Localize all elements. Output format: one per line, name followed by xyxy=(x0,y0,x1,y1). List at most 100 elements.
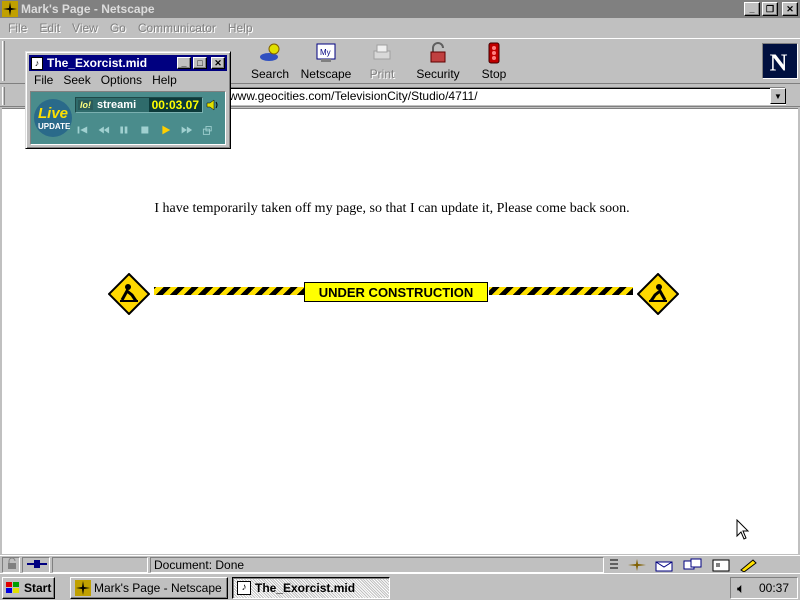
menu-communicator[interactable]: Communicator xyxy=(132,21,222,35)
stop-button[interactable]: Stop xyxy=(466,41,522,83)
media-player-menubar: File Seek Options Help xyxy=(30,73,183,87)
search-icon xyxy=(260,43,280,61)
netscape-app-icon xyxy=(2,1,18,17)
menu-file[interactable]: File xyxy=(2,21,33,35)
component-bar xyxy=(608,558,760,572)
playback-time: 00:03.07 xyxy=(148,98,202,112)
discussion-icon[interactable] xyxy=(682,558,704,572)
menubar: File Edit View Go Communicator Help xyxy=(0,18,800,38)
netscape-task-icon xyxy=(75,580,91,596)
media-player-titlebar[interactable]: ♪ The_Exorcist.mid _ □ ✕ xyxy=(29,55,227,71)
progress-panel xyxy=(52,557,148,573)
player-badge: lo! xyxy=(78,100,93,110)
fast-forward-icon[interactable] xyxy=(179,122,195,138)
navigator-icon[interactable] xyxy=(626,558,648,572)
menu-edit[interactable]: Edit xyxy=(33,21,66,35)
minimize-button[interactable]: _ xyxy=(744,2,760,16)
location-grip[interactable] xyxy=(2,87,5,105)
search-button-label: Search xyxy=(250,67,290,81)
menu-help[interactable]: Help xyxy=(222,21,259,35)
status-bar: Document: Done xyxy=(0,555,800,573)
player-menu-options[interactable]: Options xyxy=(97,73,148,87)
music-note-task-icon: ♪ xyxy=(237,581,251,595)
construction-worker-sign-icon xyxy=(108,273,150,315)
windows-logo-icon xyxy=(6,582,19,593)
media-player-window[interactable]: ♪ The_Exorcist.mid _ □ ✕ File Seek Optio… xyxy=(25,51,231,149)
restore-button[interactable]: ❐ xyxy=(762,2,778,16)
svg-text:My: My xyxy=(320,48,331,57)
play-icon[interactable] xyxy=(158,122,174,138)
start-button[interactable]: Start xyxy=(2,577,55,599)
music-note-icon: ♪ xyxy=(31,56,43,70)
rewind-icon[interactable] xyxy=(96,122,112,138)
under-construction-label: UNDER CONSTRUCTION xyxy=(304,282,488,302)
task-media-player[interactable]: ♪ The_Exorcist.mid xyxy=(232,577,390,599)
url-dropdown-button[interactable]: ▼ xyxy=(770,88,786,104)
page-message: I have temporarily taken off my page, so… xyxy=(154,201,630,216)
start-label: Start xyxy=(24,581,52,595)
skip-to-start-icon[interactable] xyxy=(75,122,91,138)
menu-view[interactable]: View xyxy=(66,21,104,35)
playback-controls xyxy=(75,120,215,140)
hazard-stripe-left xyxy=(154,287,304,295)
chevron-down-icon: ▼ xyxy=(774,91,782,101)
eject-icon[interactable] xyxy=(199,122,215,138)
player-menu-file[interactable]: File xyxy=(30,73,59,87)
address-book-icon[interactable] xyxy=(710,558,732,572)
print-button[interactable]: Print xyxy=(354,41,410,83)
logo-word-update: UPDATE xyxy=(38,122,71,131)
task-netscape[interactable]: Mark's Page - Netscape xyxy=(70,577,228,599)
player-menu-help[interactable]: Help xyxy=(148,73,183,87)
padlock-icon xyxy=(8,557,16,569)
print-icon xyxy=(373,44,391,60)
pause-icon[interactable] xyxy=(116,122,132,138)
my-netscape-icon: My xyxy=(316,43,336,62)
netscape-n-icon: N xyxy=(763,44,797,78)
stop-playback-icon[interactable] xyxy=(137,122,153,138)
clock[interactable]: 00:37 xyxy=(759,581,789,595)
mail-icon[interactable] xyxy=(654,558,676,572)
search-button[interactable]: Search xyxy=(242,41,298,83)
composer-icon[interactable] xyxy=(738,558,760,572)
svg-text:N: N xyxy=(770,49,788,76)
stop-button-label: Stop xyxy=(481,67,507,81)
component-grip-icon[interactable] xyxy=(608,558,620,572)
stop-icon xyxy=(488,42,500,64)
security-button[interactable]: Security xyxy=(410,41,466,83)
media-player-body: Live UPDATE lo! streami 00:03.07 xyxy=(30,91,226,145)
toolbar-grip[interactable] xyxy=(2,41,5,81)
connection-status-panel[interactable] xyxy=(22,557,50,573)
player-minimize-button[interactable]: _ xyxy=(177,57,191,69)
page-content: I have temporarily taken off my page, so… xyxy=(2,108,798,554)
print-button-label: Print xyxy=(369,67,395,81)
netscape-logo[interactable]: N xyxy=(762,43,798,79)
task-netscape-label: Mark's Page - Netscape xyxy=(94,581,222,595)
under-construction-banner: UNDER CONSTRUCTION xyxy=(108,273,680,315)
window-titlebar[interactable]: Mark's Page - Netscape _ ❐ ✕ xyxy=(0,0,800,18)
connection-plug-icon xyxy=(27,560,47,568)
window-title: Mark's Page - Netscape xyxy=(21,2,155,16)
my-netscape-button[interactable]: My Netscape xyxy=(298,41,354,83)
construction-worker-sign-icon xyxy=(637,273,679,315)
security-status-panel[interactable] xyxy=(2,557,20,573)
logo-word-live: Live xyxy=(38,105,68,122)
speaker-tray-icon[interactable]: 🔈︎ xyxy=(737,580,745,597)
stream-label: streami xyxy=(97,99,137,111)
security-lock-icon xyxy=(430,42,446,63)
volume-icon[interactable] xyxy=(205,98,221,112)
live-update-logo: Live UPDATE xyxy=(34,99,72,137)
player-maximize-button[interactable]: □ xyxy=(193,57,207,69)
player-close-button[interactable]: ✕ xyxy=(211,57,225,69)
player-menu-seek[interactable]: Seek xyxy=(59,73,96,87)
mouse-cursor-icon xyxy=(736,519,750,540)
status-text: Document: Done xyxy=(150,557,604,573)
close-button[interactable]: ✕ xyxy=(782,2,798,16)
taskbar: Start Mark's Page - Netscape ♪ The_Exorc… xyxy=(0,573,800,600)
media-player-title: The_Exorcist.mid xyxy=(47,56,148,70)
system-tray: 🔈︎ 00:37 xyxy=(730,577,798,599)
task-media-player-label: The_Exorcist.mid xyxy=(255,581,356,595)
security-button-label: Security xyxy=(416,67,460,81)
url-input[interactable]: www.geocities.com/TelevisionCity/Studio/… xyxy=(228,87,786,105)
my-netscape-button-label: Netscape xyxy=(300,67,352,81)
menu-go[interactable]: Go xyxy=(104,21,132,35)
